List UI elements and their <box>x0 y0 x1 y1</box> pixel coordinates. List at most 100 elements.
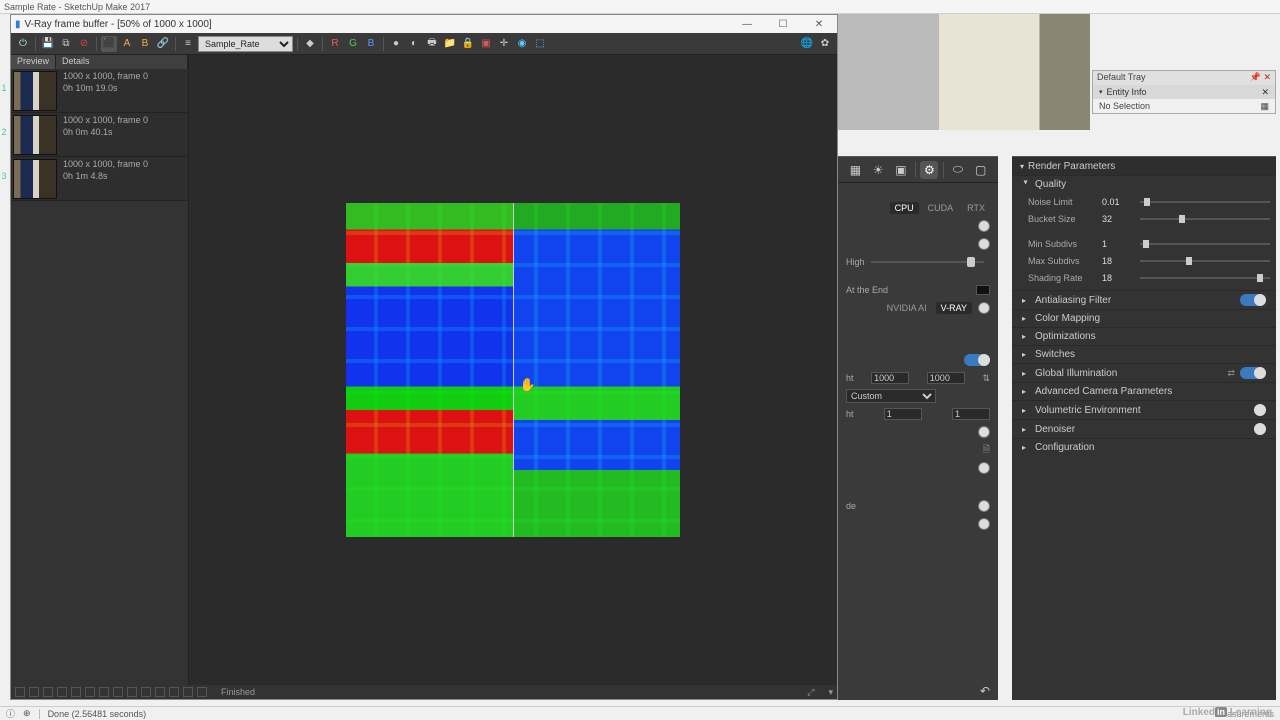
toggle[interactable] <box>964 354 990 366</box>
render-tab-icon[interactable]: ⬭ <box>949 161 967 179</box>
aa-toggle[interactable] <box>1240 294 1266 306</box>
tray-section-entity-info[interactable]: ▾ Entity Info ✕ <box>1093 85 1275 99</box>
lock-icon[interactable]: 🔒 <box>460 36 476 52</box>
delete-icon[interactable]: ⊘ <box>76 36 92 52</box>
configuration-section[interactable]: ▸Configuration <box>1012 438 1276 456</box>
copy-icon[interactable]: ⧉ <box>58 36 74 52</box>
quality-slider[interactable] <box>871 261 984 263</box>
swatch[interactable] <box>976 285 990 295</box>
max-subdivs-slider[interactable] <box>1140 260 1270 262</box>
bucket-size-slider[interactable] <box>1140 218 1270 220</box>
history-item[interactable]: 1 1000 x 1000, frame 0 0h 10m 19.0s <box>11 69 188 113</box>
gi-toggle[interactable] <box>1240 367 1266 379</box>
quality-section[interactable]: ▸Quality <box>1012 175 1276 193</box>
denoiser-toggle[interactable] <box>1254 423 1266 435</box>
toggle-dot[interactable] <box>978 518 990 530</box>
noise-limit-slider[interactable] <box>1140 201 1270 203</box>
frame-tab-icon[interactable]: ▢ <box>972 161 990 179</box>
info-icon[interactable]: ▦ <box>1260 101 1269 112</box>
details-tab[interactable]: Details <box>56 55 188 69</box>
print-icon[interactable]: 🖶 <box>424 36 440 52</box>
bucket-size-value[interactable]: 32 <box>1102 214 1134 224</box>
compare-h-icon[interactable]: ⬚ <box>532 36 548 52</box>
optimizations-section[interactable]: ▸Optimizations <box>1012 327 1276 345</box>
close-button[interactable]: ✕ <box>805 19 833 30</box>
globe-icon[interactable]: 🌐 <box>799 36 815 52</box>
mono-icon[interactable]: ● <box>388 36 404 52</box>
gi-options-icon[interactable]: ⇄ <box>1227 368 1235 379</box>
switches-section[interactable]: ▸Switches <box>1012 345 1276 363</box>
folder-icon[interactable]: 📁 <box>442 36 458 52</box>
clamp-icon[interactable]: ◐ <box>406 36 422 52</box>
tray-close-icon[interactable]: ✕ <box>1261 87 1269 98</box>
b-channel-icon[interactable]: B <box>363 36 379 52</box>
height-input[interactable] <box>927 372 965 384</box>
noise-limit-value[interactable]: 0.01 <box>1102 197 1134 207</box>
vfb-viewport[interactable]: ✋ <box>189 55 837 685</box>
ve-toggle[interactable] <box>1254 404 1266 416</box>
width-input[interactable] <box>871 372 909 384</box>
region-icon[interactable]: ▣ <box>478 36 494 52</box>
tray-close-icon[interactable]: ✕ <box>1263 72 1271 82</box>
toggle-dot[interactable] <box>978 500 990 512</box>
rgb-icon[interactable]: ◆ <box>302 36 318 52</box>
shading-rate-slider[interactable] <box>1140 277 1270 279</box>
color-mapping-section[interactable]: ▸Color Mapping <box>1012 309 1276 327</box>
toggle-dot[interactable] <box>978 220 990 232</box>
power-icon[interactable]: ⏻ <box>15 36 31 52</box>
materials-tab-icon[interactable]: ▦ <box>846 161 864 179</box>
nvidia-ai-button[interactable]: NVIDIA AI <box>882 302 932 314</box>
tray-pin-icon[interactable]: 📌 <box>1250 72 1261 82</box>
channel-b-icon[interactable]: B <box>137 36 153 52</box>
channel-dropdown[interactable]: Sample_Rate <box>198 36 293 52</box>
undo-icon[interactable]: ↶ <box>980 684 990 698</box>
preview-tab[interactable]: Preview <box>11 55 56 69</box>
max-subdivs-value[interactable]: 18 <box>1102 256 1134 266</box>
settings-gear-icon[interactable]: ✿ <box>817 36 833 52</box>
target-icon[interactable]: ✛ <box>496 36 512 52</box>
history-item[interactable]: 2 1000 x 1000, frame 0 0h 0m 40.1s <box>11 113 188 157</box>
file-icon[interactable]: 🗎 <box>983 442 990 458</box>
min-subdivs-value[interactable]: 1 <box>1102 239 1134 249</box>
ratio-b-input[interactable] <box>952 408 990 420</box>
cuda-button[interactable]: CUDA <box>923 202 959 214</box>
toggle-dot[interactable] <box>978 238 990 250</box>
ratio-a-input[interactable] <box>884 408 922 420</box>
settings-tab-icon[interactable]: ⚙ <box>920 161 938 179</box>
min-subdivs-slider[interactable] <box>1140 243 1270 245</box>
link-icon[interactable]: 🔗 <box>155 36 171 52</box>
chevron-down-icon[interactable]: ▾ <box>828 687 833 698</box>
toggle-dot[interactable] <box>978 302 990 314</box>
shading-rate-value[interactable]: 18 <box>1102 273 1134 283</box>
vray-denoise-button[interactable]: V-RAY <box>936 302 972 314</box>
info-icon[interactable]: ⓘ <box>6 707 15 720</box>
toggle-dot[interactable] <box>978 462 990 474</box>
antialiasing-section[interactable]: ▸Antialiasing Filter <box>1012 290 1276 309</box>
geometry-tab-icon[interactable]: ▣ <box>892 161 910 179</box>
global-illumination-section[interactable]: ▸Global Illumination ⇄ <box>1012 363 1276 382</box>
lights-tab-icon[interactable]: ☀ <box>869 161 887 179</box>
g-channel-icon[interactable]: G <box>345 36 361 52</box>
minimize-button[interactable]: — <box>733 19 761 30</box>
channel-a-icon[interactable]: A <box>119 36 135 52</box>
advanced-camera-section[interactable]: ▸Advanced Camera Parameters <box>1012 382 1276 400</box>
toggle-dot[interactable] <box>978 426 990 438</box>
preset-select[interactable]: Custom <box>846 389 936 403</box>
save-icon[interactable]: 💾 <box>40 36 56 52</box>
cpu-button[interactable]: CPU <box>890 202 919 214</box>
lock-aspect-icon[interactable]: ⇅ <box>982 373 990 384</box>
history-item[interactable]: 3 1000 x 1000, frame 0 0h 1m 4.8s <box>11 157 188 201</box>
help-icon[interactable]: ⊕ <box>23 708 31 719</box>
maximize-button[interactable]: ☐ <box>769 19 797 30</box>
denoiser-section[interactable]: ▸Denoiser <box>1012 419 1276 438</box>
expand-icon[interactable]: ⤢ <box>807 687 814 698</box>
volumetric-env-section[interactable]: ▸Volumetric Environment <box>1012 400 1276 419</box>
ab-slider[interactable] <box>513 203 514 537</box>
sketchup-viewport[interactable] <box>838 14 1090 130</box>
rtx-button[interactable]: RTX <box>962 202 990 214</box>
pick-icon[interactable]: ◉ <box>514 36 530 52</box>
ab-compare-icon[interactable]: ⬛ <box>101 36 117 52</box>
vfb-titlebar[interactable]: ▮ V-Ray frame buffer - [50% of 1000 x 10… <box>11 15 837 33</box>
r-channel-icon[interactable]: R <box>327 36 343 52</box>
hamburger-icon[interactable]: ≡ <box>180 36 196 52</box>
